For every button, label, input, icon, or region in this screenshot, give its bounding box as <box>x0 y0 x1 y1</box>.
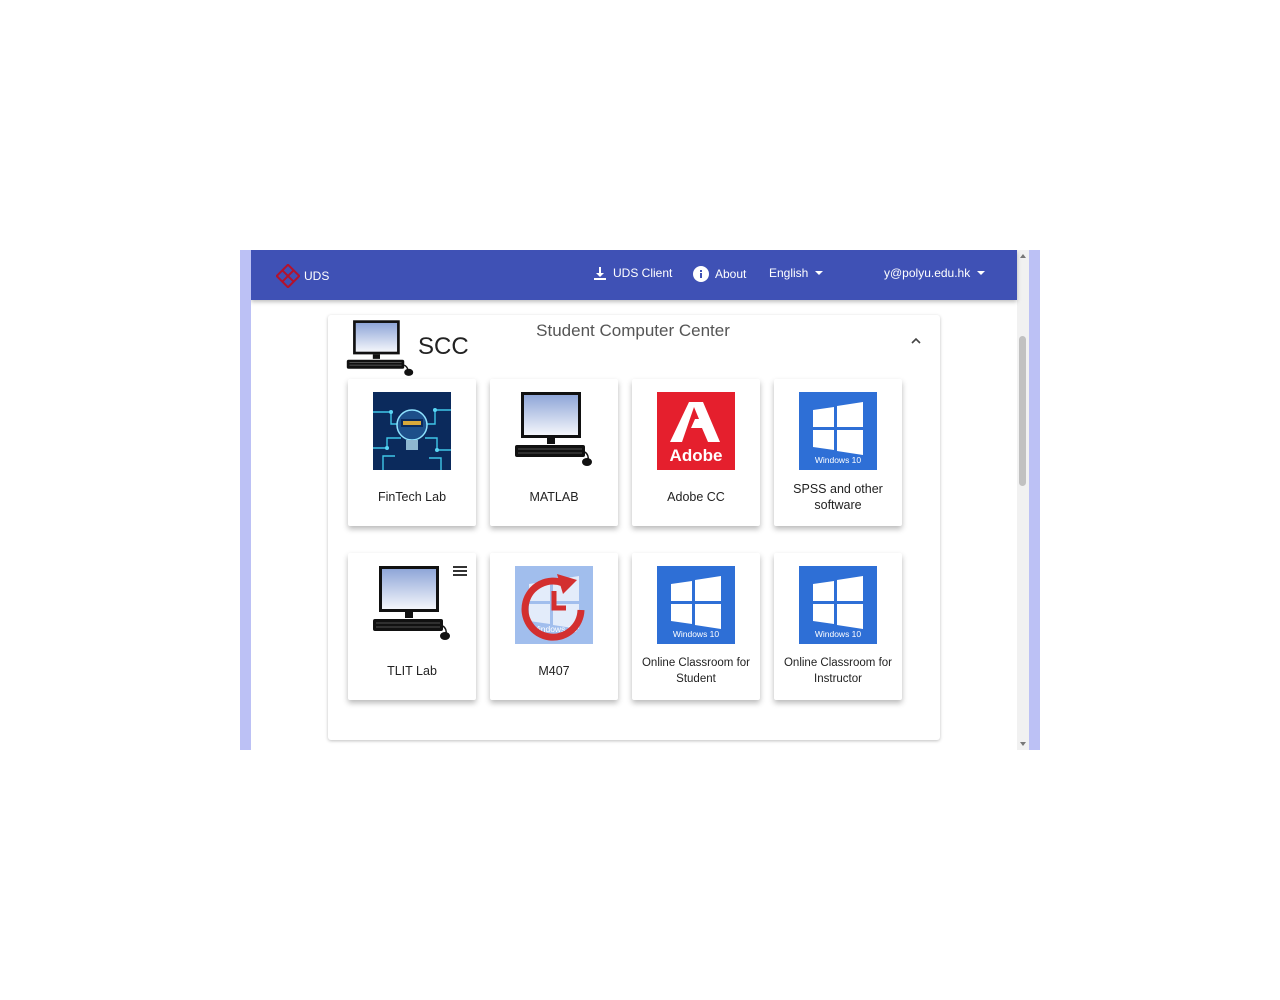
info-icon <box>693 266 709 282</box>
service-label: Adobe CC <box>667 490 725 504</box>
service-tile-adobe-cc[interactable]: Adobe Adobe CC <box>632 379 760 526</box>
scroll-up-arrow[interactable] <box>1020 254 1026 258</box>
service-label: SPSS and other software <box>793 482 883 512</box>
service-label: TLIT Lab <box>387 664 437 678</box>
uds-client-label: UDS Client <box>613 266 673 280</box>
computer-icon <box>515 392 592 466</box>
windows-logo-text: Windows 10 <box>815 629 862 639</box>
group-title: Student Computer Center <box>536 321 730 340</box>
collapse-chevron-icon[interactable] <box>910 337 922 345</box>
service-label: FinTech Lab <box>377 490 447 504</box>
windows10-logo: Windows 10 <box>799 566 877 644</box>
refresh-icon <box>521 574 585 641</box>
computer-icon <box>373 566 450 640</box>
service-tile-online-classroom-student[interactable]: Windows 10 Online Classroom for Student <box>632 553 760 700</box>
brand-label: UDS <box>304 269 330 283</box>
brand-link[interactable]: UDS <box>276 264 329 288</box>
group-short-name: SCC <box>418 333 469 360</box>
service-tile-matlab[interactable]: MATLAB <box>490 379 618 526</box>
service-tile-tlit-lab[interactable]: TLIT Lab <box>348 553 476 700</box>
service-group-panel: SCC Student Computer Center FinTech Lab … <box>328 315 940 740</box>
user-label: y@polyu.edu.hk <box>884 266 971 280</box>
about-label: About <box>715 267 747 281</box>
tile-menu-icon[interactable] <box>453 566 467 577</box>
service-tile-fintech-lab[interactable]: FinTech Lab <box>348 379 476 526</box>
download-icon <box>594 267 606 280</box>
windows10-logo: Windows 10 <box>799 392 877 470</box>
adobe-logo-text: Adobe <box>670 446 723 465</box>
scroll-down-arrow[interactable] <box>1020 742 1026 746</box>
computer-icon <box>346 320 414 376</box>
adobe-logo: Adobe <box>657 392 735 470</box>
service-tile-spss[interactable]: Windows 10 SPSS and other software <box>774 379 902 526</box>
user-dropdown[interactable]: y@polyu.edu.hk <box>884 266 986 280</box>
windows-logo-text: Windows 10 <box>815 455 862 465</box>
uds-client-link[interactable]: UDS Client <box>593 266 672 280</box>
service-label: MATLAB <box>529 490 579 504</box>
polyu-logo-icon <box>276 264 300 288</box>
service-label: Online Classroom for Student <box>641 657 750 685</box>
language-label: English <box>769 266 809 280</box>
about-link[interactable]: About <box>693 266 746 282</box>
service-label: Online Classroom for Instructor <box>783 657 892 685</box>
browser-frame: UDS UDS Client About English y@polyu.edu… <box>240 250 1040 750</box>
service-label: M407 <box>538 664 570 678</box>
scrollbar-thumb[interactable] <box>1019 336 1026 486</box>
caret-down-icon <box>815 271 824 275</box>
page-scrollbar[interactable] <box>1017 250 1029 750</box>
language-dropdown[interactable]: English <box>769 266 824 280</box>
windows-logo-text: Windows 10 <box>673 629 720 639</box>
caret-down-icon <box>977 271 986 275</box>
fintech-image <box>373 392 451 470</box>
service-tile-m407[interactable]: Windows 10 M407 <box>490 553 618 700</box>
service-tile-online-classroom-instructor[interactable]: Windows 10 Online Classroom for Instruct… <box>774 553 902 700</box>
uds-app: UDS UDS Client About English y@polyu.edu… <box>251 250 1029 750</box>
windows10-logo: Windows 10 <box>657 566 735 644</box>
top-navbar: UDS UDS Client About English y@polyu.edu… <box>251 250 1017 300</box>
